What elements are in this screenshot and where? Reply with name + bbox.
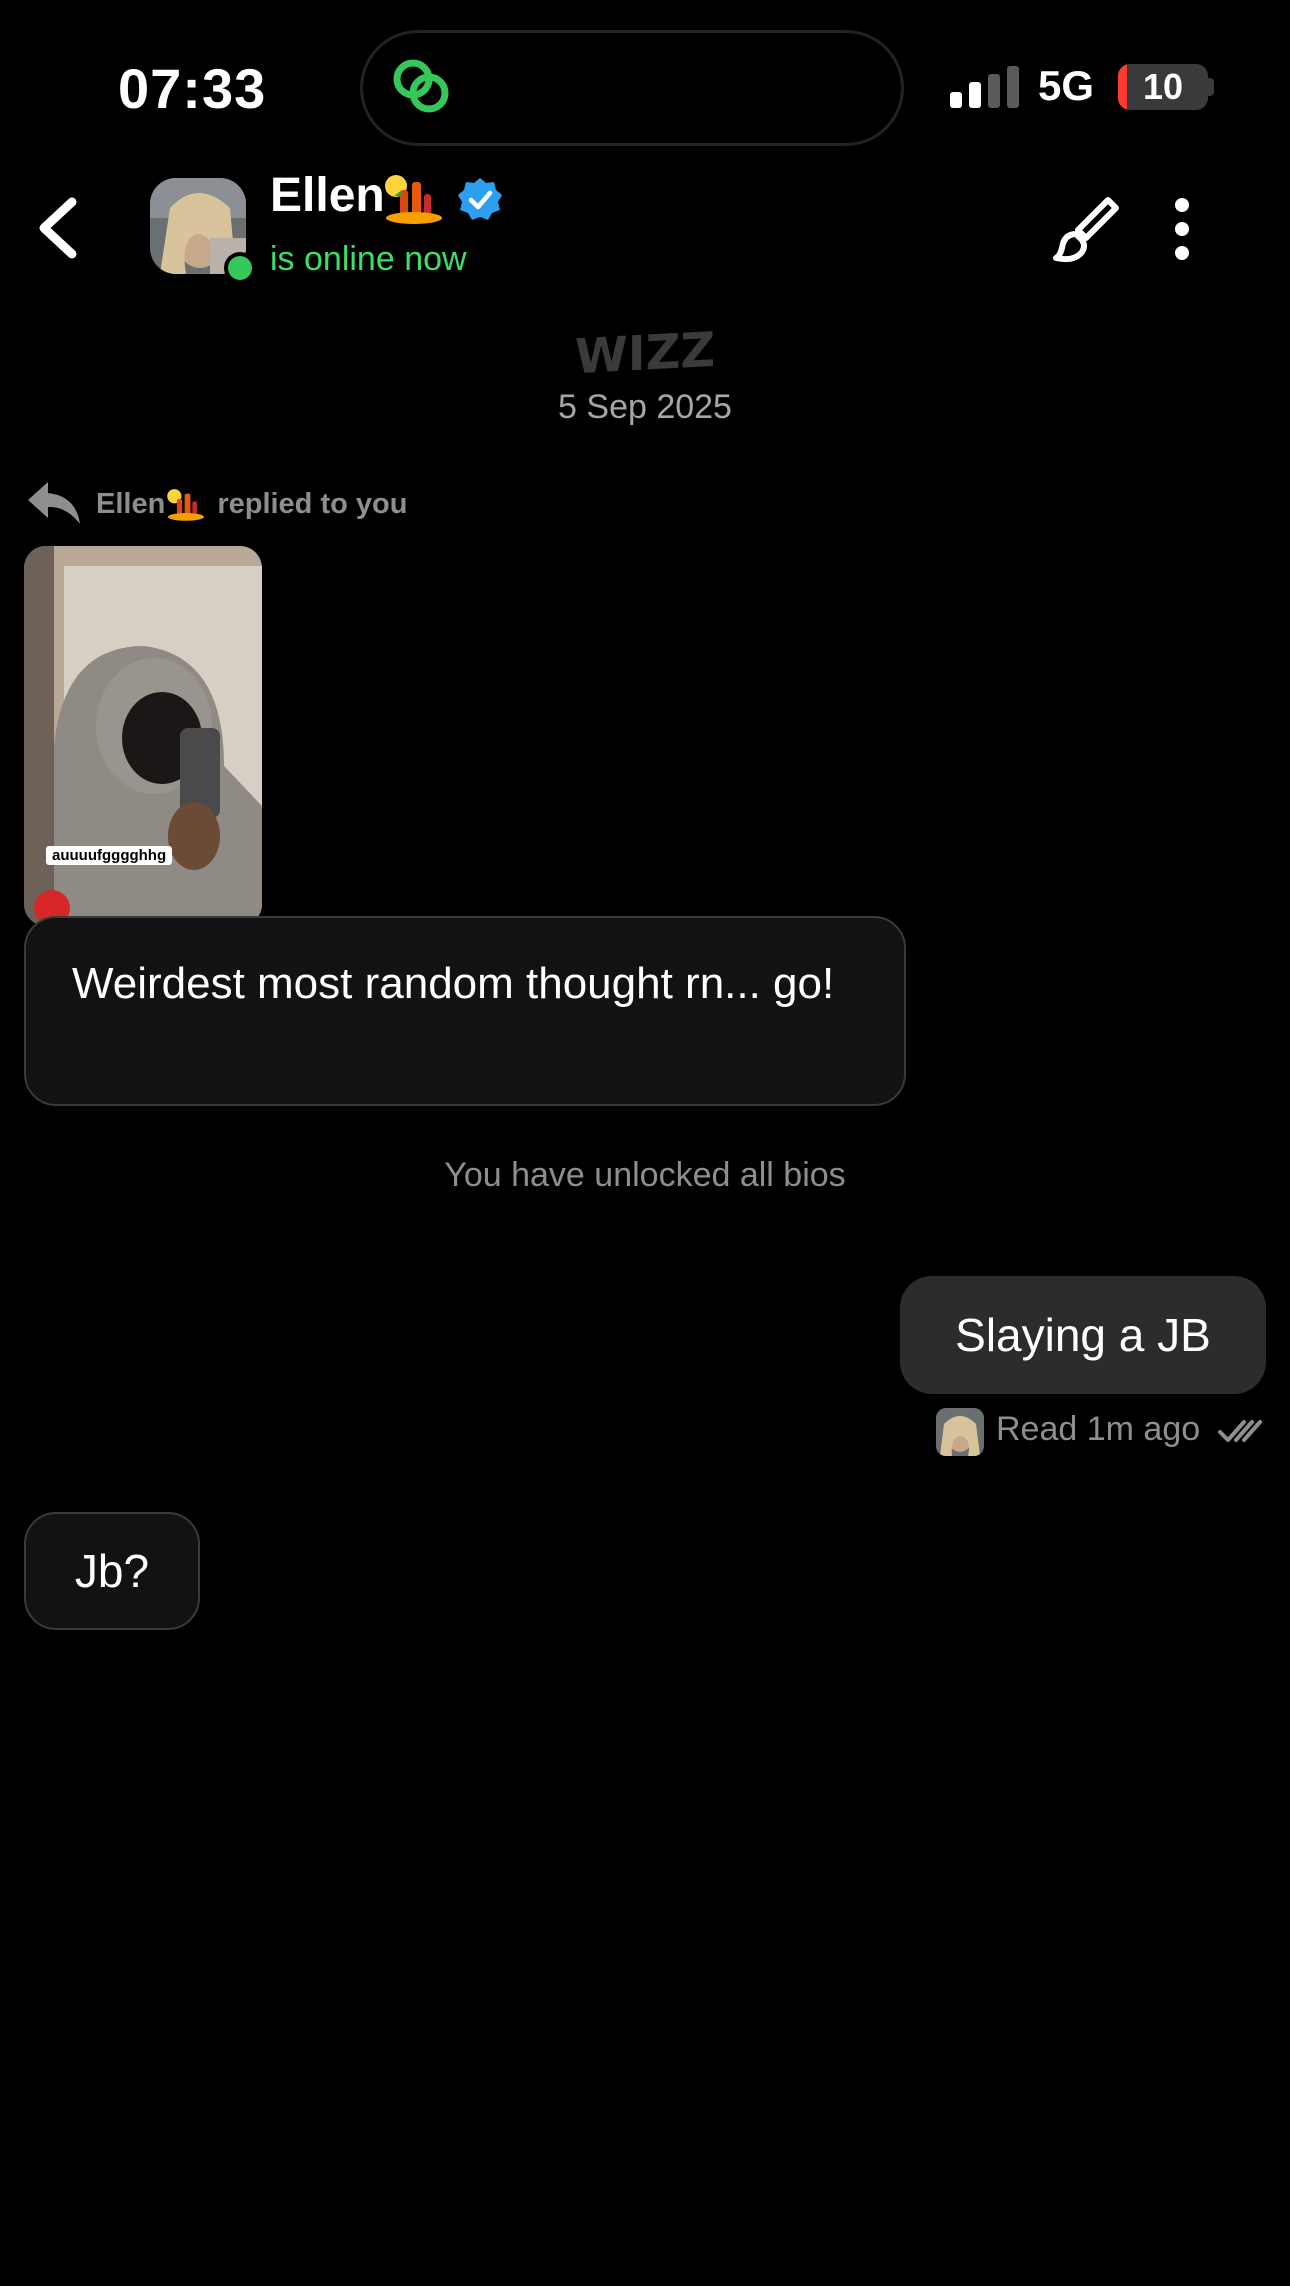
system-notice: You have unlocked all bios [444,1156,846,1194]
desert-sunset-emoji-icon [167,489,204,521]
message-text: Jb? [74,1545,150,1597]
message-text: Weirdest most random thought rn... go! [72,959,835,1008]
received-message-bubble[interactable]: Jb? [24,1512,200,1630]
photo-caption: auuuufgggghhg [46,846,173,865]
reply-suffix: replied to you [217,488,408,520]
wizz-logo: WIZZ [575,328,715,384]
double-check-icon [1218,1420,1262,1442]
link-rings-icon [393,59,449,113]
verified-badge-icon [458,178,502,220]
reply-label: Ellen replied to you [96,488,407,521]
battery-indicator: 10 [1118,64,1208,110]
reply-name: Ellen [96,488,166,520]
replied-story-photo[interactable] [24,546,262,926]
contact-name[interactable]: Ellen [270,168,385,223]
online-status-text: is online now [270,240,467,278]
read-receipt-text: Read 1m ago [996,1410,1201,1448]
online-status-dot [224,252,256,284]
back-chevron-icon[interactable] [32,196,84,260]
battery-level: 10 [1142,66,1184,107]
paintbrush-icon[interactable] [1050,192,1124,266]
network-type: 5G [1038,62,1095,109]
signal-icon [950,66,1019,108]
svg-text:WIZZ: WIZZ [575,328,715,384]
more-vertical-icon[interactable] [1160,196,1204,262]
battery-nub [1208,78,1214,96]
sent-message-bubble[interactable]: Slaying a JB [900,1276,1266,1394]
status-time: 07:33 [118,57,267,120]
date-separator: 5 Sep 2025 [558,388,732,426]
read-receipt-avatar [936,1408,984,1456]
reply-arrow-icon [28,482,80,524]
message-text: Slaying a JB [955,1309,1211,1361]
desert-sunset-emoji-icon [385,175,442,224]
received-message-bubble[interactable]: Weirdest most random thought rn... go! [24,916,906,1106]
